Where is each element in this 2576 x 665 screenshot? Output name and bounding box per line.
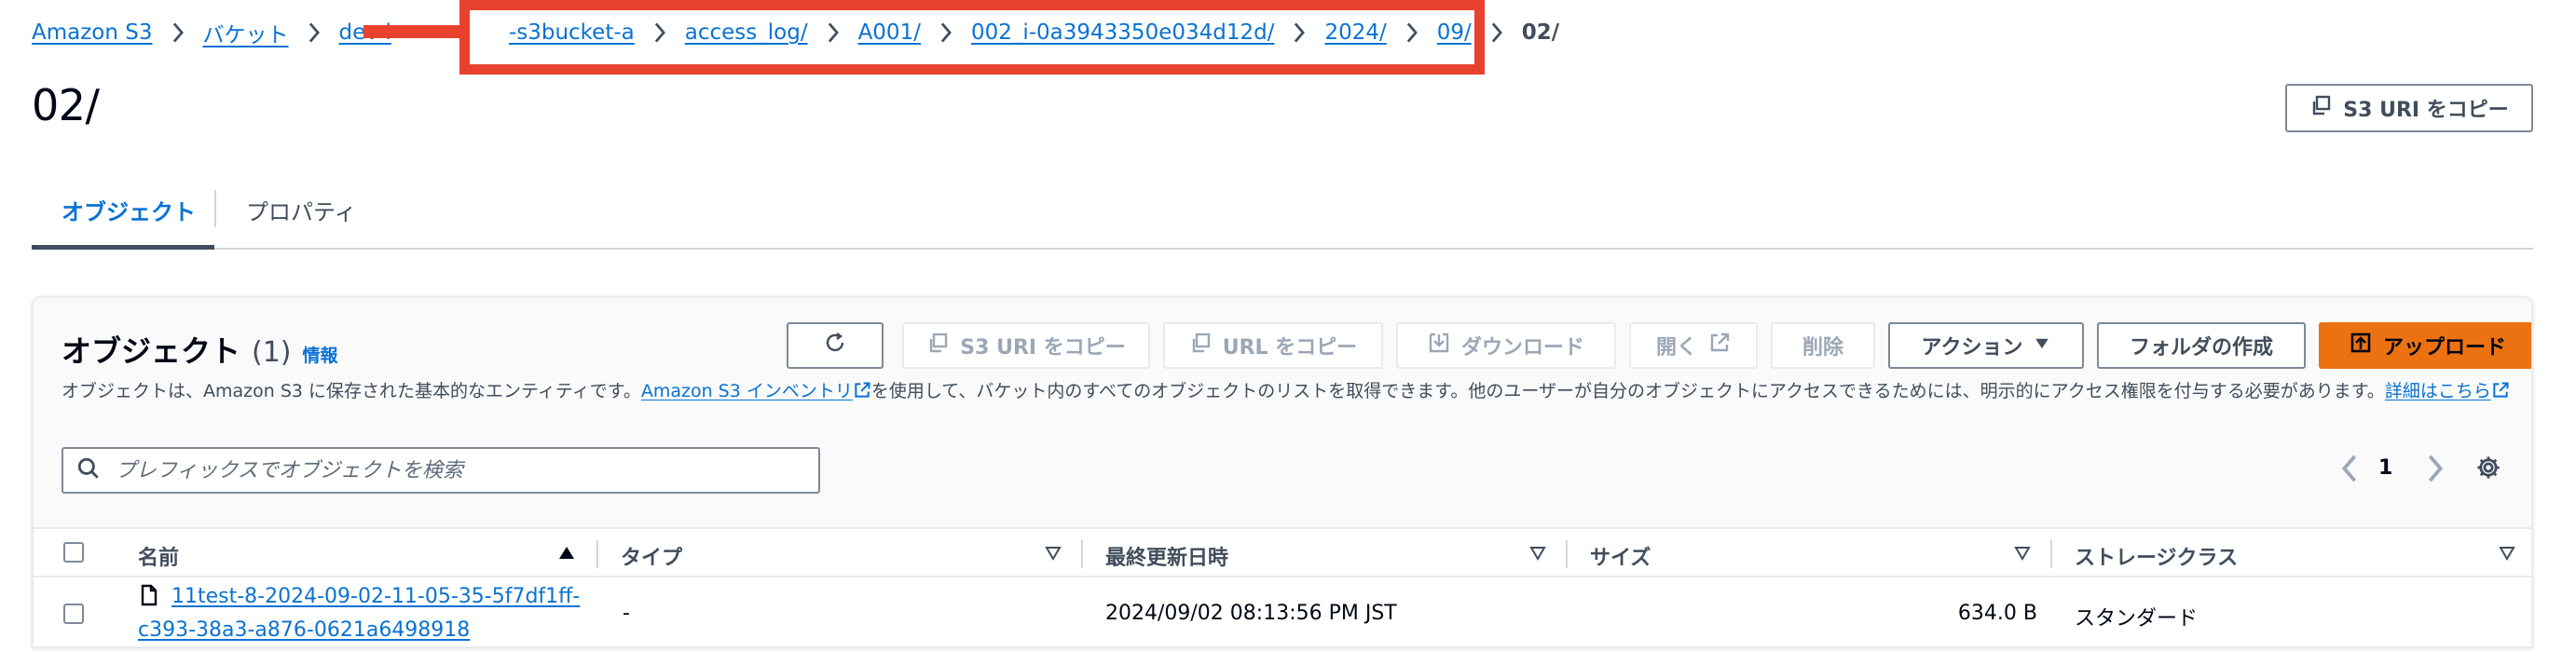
copy-s3-uri-label: S3 URI をコピー	[2343, 99, 2509, 122]
search-input[interactable]	[116, 458, 768, 482]
refresh-icon	[824, 332, 846, 360]
learn-more-link[interactable]: 詳細はこちら	[2385, 381, 2510, 401]
objects-panel: オブジェクト (1) 情報 S3 URI をコピー URL をコピー ダウンロー…	[32, 296, 2533, 648]
select-all-checkbox[interactable]	[63, 542, 84, 563]
refresh-button[interactable]	[787, 322, 884, 369]
info-link[interactable]: 情報	[303, 342, 338, 367]
copy-icon	[2309, 94, 2332, 122]
open-button[interactable]: 開く	[1629, 322, 1758, 369]
column-header-type[interactable]: タイプ	[621, 541, 682, 571]
download-button[interactable]: ダウンロード	[1396, 322, 1616, 369]
description-text-1: オブジェクトは、Amazon S3 に保存された基本的なエンティティです。	[62, 381, 641, 401]
column-divider[interactable]	[1081, 540, 1083, 568]
download-label: ダウンロード	[1460, 336, 1584, 360]
object-last-modified: 2024/09/02 08:13:56 PM JST	[1105, 602, 1397, 625]
upload-label: アップロード	[2382, 336, 2506, 360]
column-divider[interactable]	[1566, 540, 1568, 568]
copy-s3-uri-toolbar-button[interactable]: S3 URI をコピー	[902, 322, 1150, 369]
annotation-highlight-box	[459, 0, 1485, 75]
objects-description: オブジェクトは、Amazon S3 に保存された基本的なエンティティです。Ama…	[62, 378, 2522, 404]
breadcrumb-current: 02/	[1521, 20, 1560, 45]
actions-label: アクション	[1921, 336, 2023, 360]
copy-s3-uri-toolbar-label: S3 URI をコピー	[960, 336, 1126, 360]
create-folder-button[interactable]: フォルダの作成	[2097, 322, 2306, 369]
inventory-link-label: Amazon S3 インベントリ	[640, 381, 853, 401]
column-header-last-modified[interactable]: 最終更新日時	[1105, 541, 1228, 571]
object-size: 634.0 B	[1957, 602, 2037, 625]
column-divider[interactable]	[596, 540, 598, 568]
tab-divider	[214, 190, 216, 227]
description-text-2: を使用して、バケット内のすべてのオブジェクトのリストを取得できます。他のユーザー…	[870, 381, 2385, 401]
learn-more-label: 詳細はこちら	[2384, 381, 2491, 401]
object-storage-class: スタンダード	[2075, 607, 2199, 631]
create-folder-label: フォルダの作成	[2129, 336, 2273, 360]
page-title: 02/	[32, 80, 100, 130]
tab-bar: オブジェクト プロパティ	[32, 177, 2533, 250]
column-header-name[interactable]: 名前	[138, 541, 179, 571]
objects-panel-header: オブジェクト (1) 情報 S3 URI をコピー URL をコピー ダウンロー…	[34, 298, 2531, 527]
copy-icon	[1189, 332, 1212, 360]
row-checkbox[interactable]	[63, 604, 84, 624]
download-icon	[1428, 332, 1450, 360]
sort-down-icon[interactable]	[2498, 544, 2516, 563]
object-count: (1)	[252, 336, 292, 369]
breadcrumb-amazon-s3[interactable]: Amazon S3	[32, 20, 153, 45]
chevron-right-icon	[289, 17, 339, 48]
copy-s3-uri-button[interactable]: S3 URI をコピー	[2285, 84, 2533, 132]
tab-properties[interactable]: プロパティ	[246, 194, 357, 226]
external-link-icon	[2491, 381, 2510, 401]
redaction-bar	[363, 25, 468, 38]
copy-url-button[interactable]: URL をコピー	[1163, 322, 1383, 369]
caret-down-icon	[2034, 334, 2050, 358]
search-icon	[76, 456, 101, 484]
table-row: 11test-8-2024-09-02-11-05-35-5f7df1ff- c…	[34, 577, 2531, 646]
breadcrumb-buckets[interactable]: バケット	[203, 17, 289, 48]
prev-page-icon[interactable]	[2339, 455, 2360, 482]
chevron-right-icon	[153, 17, 203, 48]
open-label: 開く	[1655, 336, 1697, 360]
object-name-link-line2[interactable]: c393-38a3-a876-0621a6498918	[138, 618, 470, 642]
settings-gear-icon[interactable]	[2475, 455, 2501, 481]
sort-down-icon[interactable]	[2013, 544, 2032, 563]
objects-heading: オブジェクト	[62, 333, 241, 369]
copy-icon	[926, 332, 949, 360]
page-number[interactable]: 1	[2378, 456, 2392, 480]
delete-button[interactable]: 削除	[1771, 322, 1875, 369]
column-divider[interactable]	[2050, 540, 2052, 568]
next-page-icon[interactable]	[2425, 455, 2446, 482]
upload-button[interactable]: アップロード	[2319, 322, 2531, 369]
column-header-storage-class[interactable]: ストレージクラス	[2075, 541, 2238, 571]
external-link-icon	[853, 381, 871, 401]
sort-down-icon[interactable]	[1044, 544, 1062, 563]
object-name-link-line1[interactable]: 11test-8-2024-09-02-11-05-35-5f7df1ff-	[171, 585, 580, 608]
external-link-icon	[1708, 332, 1731, 360]
actions-dropdown[interactable]: アクション	[1888, 322, 2084, 369]
column-header-size[interactable]: サイズ	[1590, 541, 1651, 571]
object-type: -	[623, 602, 630, 625]
objects-panel-title: オブジェクト (1) 情報	[62, 328, 338, 371]
sort-ascending-icon[interactable]	[557, 544, 576, 563]
copy-url-label: URL をコピー	[1222, 336, 1358, 360]
sort-down-icon[interactable]	[1528, 544, 1547, 563]
file-icon	[138, 583, 160, 613]
upload-icon	[2350, 332, 2372, 360]
tab-objects[interactable]: オブジェクト	[62, 194, 196, 226]
table-header: 名前 タイプ 最終更新日時 サイズ ストレージクラス	[34, 527, 2531, 577]
inventory-link[interactable]: Amazon S3 インベントリ	[641, 381, 871, 401]
delete-label: 削除	[1802, 336, 1843, 360]
search-box	[62, 447, 820, 494]
active-tab-indicator	[32, 245, 214, 250]
